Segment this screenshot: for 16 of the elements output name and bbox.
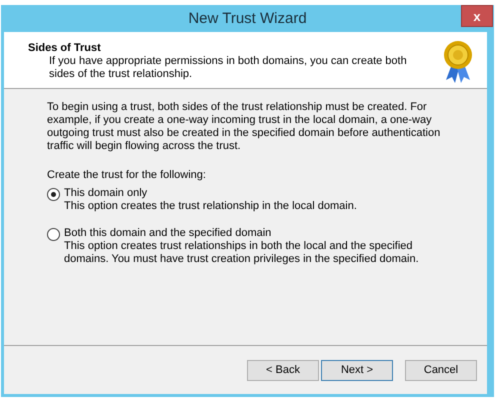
option-label[interactable]: This domain only <box>64 187 444 200</box>
option-description: This option creates trust relationships in both the local and the specified domains. You must have trust creation privileges in the specified domain. <box>64 240 420 266</box>
option-label[interactable]: Both this domain and the specified domain <box>64 227 444 240</box>
radio-button[interactable] <box>47 188 60 201</box>
page-title: Sides of Trust <box>28 42 102 54</box>
wizard-button[interactable]: < Back <box>247 360 319 380</box>
intro-text: To begin using a trust, both sides of the trust relationship must be created. For example, if you create a one-way incoming trust in the local domain, a one-way outgoing trust must also be created in the specified domain before authentication traffic will begin flowing across the trust. <box>47 101 442 153</box>
medal-icon <box>443 40 473 84</box>
close-button[interactable]: x <box>461 5 493 27</box>
window-title: New Trust Wizard <box>188 10 307 27</box>
wizard-button[interactable]: Next > <box>321 360 393 380</box>
prompt-text: Create the trust for the following: <box>47 169 207 181</box>
page-subtitle: If you have appropriate permissions in both domains, you can create both sides of the trust relationship. <box>48 55 408 81</box>
wizard-button[interactable]: Cancel <box>405 360 477 380</box>
radio-button[interactable] <box>47 228 60 241</box>
option-description: This option creates the trust relationship in the local domain. <box>64 200 358 213</box>
